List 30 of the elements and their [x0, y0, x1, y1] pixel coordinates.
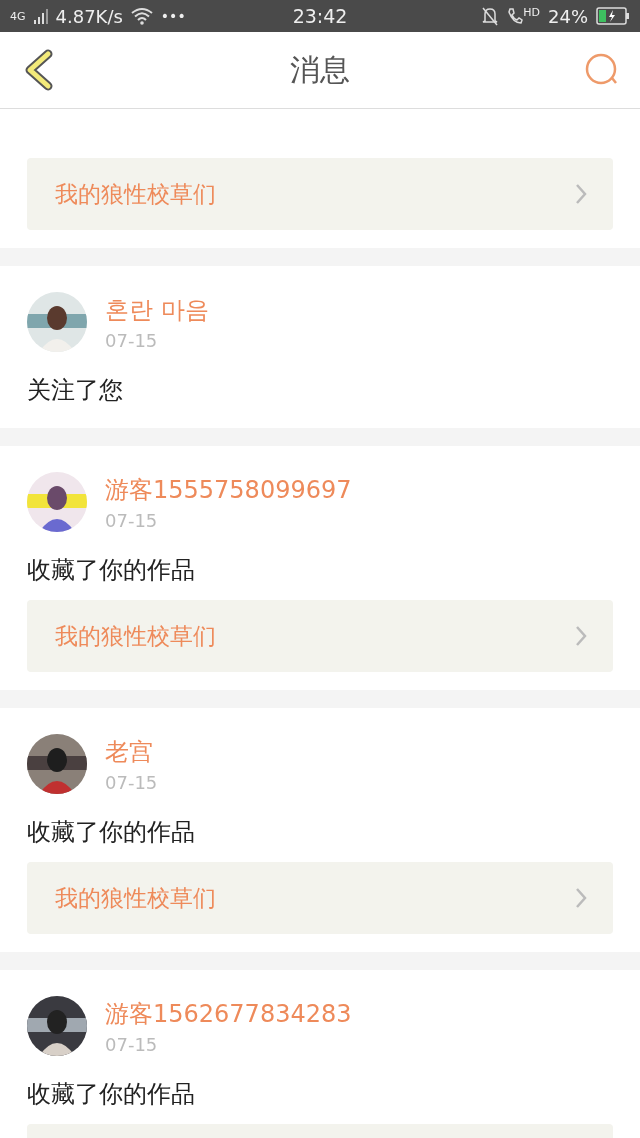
battery-icon	[596, 7, 630, 25]
clock: 23:42	[292, 5, 348, 27]
message-text: 关注了您	[27, 375, 124, 406]
wifi-icon	[130, 7, 153, 25]
user-name[interactable]: 游客1555758099697	[105, 473, 352, 506]
chevron-right-icon	[575, 625, 587, 647]
network-label: 4G	[10, 9, 26, 23]
phone-icon	[507, 7, 524, 25]
work-link[interactable]: 我的狼性校草们	[27, 158, 613, 230]
user-name[interactable]: 혼란 마음	[105, 293, 209, 326]
chevron-right-icon	[575, 183, 587, 205]
page-title: 消息	[290, 50, 350, 89]
message-date: 07-15	[105, 509, 159, 531]
work-link[interactable]: 我的狼性校草们	[27, 600, 613, 672]
message-date: 07-15	[105, 1033, 159, 1055]
hd-label: HD	[523, 5, 540, 19]
network-speed: 4.87K/s	[55, 5, 123, 27]
message-date: 07-15	[105, 771, 158, 793]
work-link[interactable]: 我的狼性校草们	[27, 862, 613, 934]
message-text: 收藏了你的作品	[27, 817, 196, 848]
message-text: 收藏了你的作品	[27, 1079, 196, 1110]
chevron-right-icon	[575, 887, 587, 909]
battery-percent: 24%	[548, 5, 588, 27]
user-name[interactable]: 老宫	[105, 735, 158, 768]
user-name[interactable]: 游客1562677834283	[105, 997, 352, 1030]
bell-off-icon	[481, 6, 500, 26]
message-text: 收藏了你的作品	[27, 555, 196, 586]
more-dots: •••	[160, 8, 186, 24]
signal-icon	[33, 8, 48, 24]
message-date: 07-15	[105, 329, 159, 351]
